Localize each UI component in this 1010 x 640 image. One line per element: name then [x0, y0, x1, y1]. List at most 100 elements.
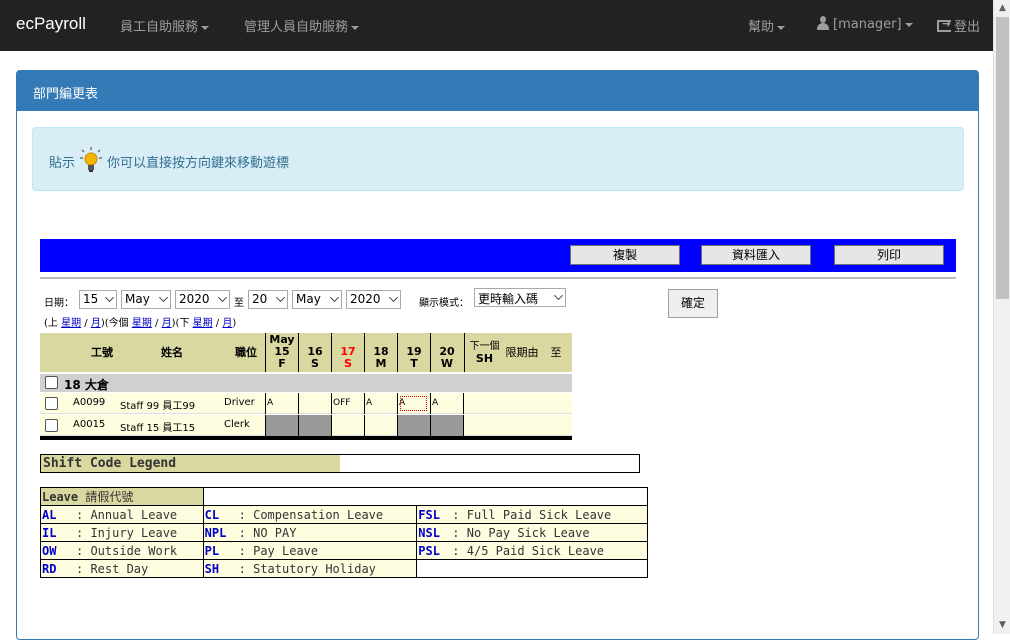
- shift-cell[interactable]: [430, 415, 463, 436]
- emp-name: Staff 99 員工99: [120, 401, 196, 412]
- col-next-sh: 下一個 SH: [464, 333, 504, 372]
- from-year-select[interactable]: 2020: [175, 290, 230, 309]
- shift-code-legend-title: Shift Code Legend: [41, 455, 340, 472]
- lightbulb-icon: [80, 147, 102, 172]
- menu-employee-label: 員工自助服務: [120, 20, 199, 35]
- menu-help[interactable]: 幫助: [748, 16, 786, 35]
- day-of-week: S: [311, 357, 319, 370]
- legend-blank: [416, 559, 648, 578]
- legend-item: RD: Rest Day: [40, 559, 204, 578]
- shift-cell[interactable]: A: [397, 393, 430, 414]
- department-name: 18 大倉: [64, 378, 109, 392]
- prev-week-link[interactable]: 星期: [61, 318, 81, 329]
- to-year-select[interactable]: 2020: [346, 290, 401, 309]
- legend-item: FSL: Full Paid Sick Leave: [416, 505, 648, 524]
- legend-item: AL: Annual Leave: [40, 505, 204, 524]
- nav-slash: /: [84, 318, 88, 329]
- leave-code: SH: [204, 561, 220, 576]
- leave-desc: : No Pay Sick Leave: [452, 525, 590, 540]
- leave-code: IL: [42, 525, 57, 540]
- shift-cell[interactable]: [298, 393, 331, 414]
- table-row: A0015 Staff 15 員工15 Clerk: [40, 415, 572, 436]
- shift-cell[interactable]: A: [265, 393, 298, 414]
- shift-cell[interactable]: [298, 415, 331, 436]
- display-mode-label: 顯示模式：: [419, 298, 469, 309]
- leave-desc: : Outside Work: [76, 543, 178, 558]
- shift-cell[interactable]: A: [364, 393, 397, 414]
- nav-next-prefix: )(下: [171, 318, 190, 329]
- menu-manager-self-service[interactable]: 管理人員自助服務: [244, 16, 360, 35]
- shift-cell[interactable]: [397, 415, 430, 436]
- grid-header: 工號 姓名 職位 May 15 F 16 S 17 S 18 M 19 T 20 W 下一個 SH 限期…: [40, 333, 572, 372]
- menu-user[interactable]: [manager]: [816, 16, 913, 32]
- leave-desc: : Injury Leave: [76, 525, 178, 540]
- legend-item: PL: Pay Leave: [202, 541, 418, 560]
- divider: [40, 277, 956, 279]
- this-week-link[interactable]: 星期: [132, 318, 152, 329]
- from-month-select[interactable]: May: [121, 290, 171, 309]
- copy-button[interactable]: 複製: [570, 245, 680, 265]
- next-month-link[interactable]: 月: [222, 318, 232, 329]
- row-checkbox[interactable]: [45, 419, 58, 432]
- legend-item: NPL: NO PAY: [202, 523, 418, 542]
- leave-code: FSL: [418, 507, 440, 522]
- logout-link[interactable]: 登出: [937, 16, 980, 35]
- menu-user-label: [manager]: [833, 17, 902, 32]
- shift-cell[interactable]: [364, 415, 397, 436]
- shift-code-legend: Shift Code Legend: [40, 454, 640, 473]
- panel-title: 部門編更表: [17, 71, 978, 111]
- chevron-down-icon: [330, 293, 339, 302]
- to-month-select[interactable]: May: [292, 290, 342, 309]
- import-button[interactable]: 資料匯入: [701, 245, 811, 265]
- col-name: 姓名: [161, 346, 183, 359]
- scroll-down-icon[interactable]: ▼: [994, 617, 1010, 634]
- scroll-up-icon[interactable]: ▲: [994, 0, 1010, 17]
- chevron-down-icon: [351, 25, 360, 30]
- leave-desc: : Statutory Holiday: [238, 561, 376, 576]
- grid-bottom-bar: [40, 436, 572, 440]
- day-of-week: W: [440, 357, 454, 370]
- row-checkbox[interactable]: [45, 397, 58, 410]
- day-of-week: T: [410, 357, 418, 370]
- to-day-select[interactable]: 20: [248, 290, 288, 309]
- leave-code: AL: [42, 507, 57, 522]
- shift-cell[interactable]: OFF: [331, 393, 364, 414]
- leave-title: Leave: [42, 490, 79, 504]
- brand-logo[interactable]: ecPayroll: [16, 14, 86, 34]
- col-sh-label: SH: [475, 352, 494, 365]
- chevron-down-icon: [276, 293, 285, 302]
- confirm-button[interactable]: 確定: [668, 289, 718, 318]
- shift-cell[interactable]: [265, 415, 298, 436]
- this-month-link[interactable]: 月: [162, 318, 172, 329]
- chevron-down-icon: [159, 293, 168, 302]
- next-sh-cell[interactable]: [463, 393, 572, 414]
- chevron-down-icon: [218, 293, 227, 302]
- top-navbar: ecPayroll 員工自助服務 管理人員自助服務 幫助 [manager] 登…: [0, 0, 993, 51]
- leave-code: OW: [42, 543, 57, 558]
- scroll-thumb[interactable]: [996, 17, 1009, 299]
- prev-month-link[interactable]: 月: [91, 318, 101, 329]
- leave-code-legend: Leave 請假代號 AL: Annual Leave CL: Compensat…: [40, 487, 649, 578]
- to-day-value: 20: [252, 292, 268, 306]
- next-week-link[interactable]: 星期: [193, 318, 213, 329]
- print-button[interactable]: 列印: [834, 245, 944, 265]
- leave-desc: : Rest Day: [76, 561, 149, 576]
- display-mode-select[interactable]: 更時輸入碼: [474, 288, 566, 307]
- legend-item: PSL: 4/5 Paid Sick Leave: [416, 541, 648, 560]
- menu-employee-self-service[interactable]: 員工自助服務: [120, 16, 210, 35]
- nav-this-prefix: )(今個: [100, 318, 129, 329]
- chevron-down-icon: [389, 293, 398, 302]
- vertical-scrollbar[interactable]: ▲ ▼: [993, 0, 1010, 634]
- menu-help-label: 幫助: [748, 20, 775, 35]
- leave-code: CL: [204, 507, 220, 522]
- from-day-select[interactable]: 15: [79, 290, 117, 309]
- display-mode-value: 更時輸入碼: [478, 292, 539, 306]
- emp-name: Staff 15 員工15: [120, 423, 196, 434]
- shift-cell[interactable]: [331, 415, 364, 436]
- chevron-down-icon: [554, 291, 563, 300]
- shift-cell[interactable]: A: [430, 393, 463, 414]
- legend-row: AL: Annual Leave CL: Compensation Leave FS…: [40, 505, 648, 524]
- department-checkbox[interactable]: [45, 376, 58, 389]
- chevron-down-icon: [777, 25, 786, 30]
- next-sh-cell[interactable]: [463, 415, 572, 436]
